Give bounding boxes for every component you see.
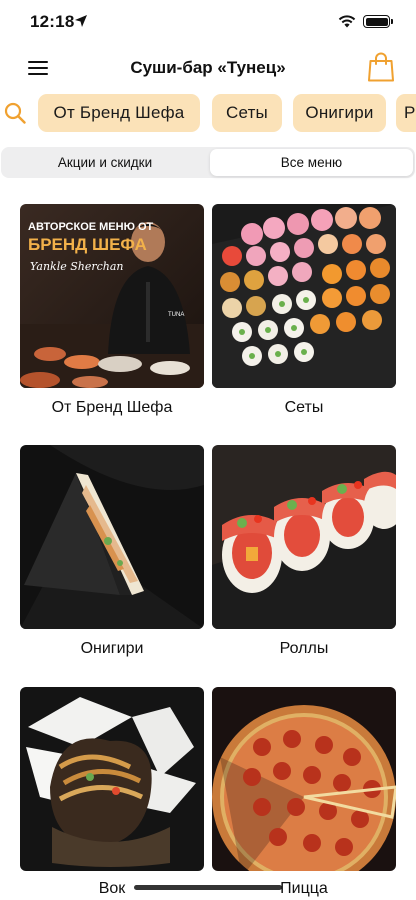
search-icon[interactable] [4,102,26,124]
home-indicator[interactable] [134,885,282,890]
menu-tile-label: От Бренд Шефа [51,399,173,416]
rolls-photo [212,445,396,629]
brand-chef-photo: АВТОРСКОЕ МЕНЮ ОТ БРЕНД ШЕФА Yankle Sher… [20,204,204,388]
category-chip-brand-chef[interactable]: От Бренд Шефа [38,94,200,132]
menu-tile-label: Роллы [279,640,329,657]
wifi-icon [338,15,356,28]
promo-signature: Yankle Sherchan [30,260,124,273]
page-title: Суши-бар «Тунец» [130,58,286,77]
category-chip-sets[interactable]: Сеты [212,94,282,132]
tab-promotions[interactable]: Акции и скидки [3,149,207,176]
category-chip-onigiri[interactable]: Онигири [293,94,386,132]
category-chips: От Бренд Шефа Сеты Онигири Р [0,92,416,136]
status-bar: 12:18 [0,0,416,46]
segmented-control: Акции и скидки Все меню [1,147,415,178]
promo-brand: TUNA [168,312,184,318]
menu-tile-label: Сеты [284,399,324,416]
status-time: 12:18 [30,12,75,31]
pizza-photo [212,687,396,871]
sushi-sets-photo [212,204,396,388]
battery-icon [363,15,390,28]
app-header: Суши-бар «Тунец» [0,46,416,90]
onigiri-photo [20,445,204,629]
category-chip-rolls[interactable]: Р [396,94,416,132]
menu-tile-label: Онигири [80,640,144,657]
battery-cap [391,19,393,24]
wok-box-photo [20,687,204,871]
promo-line1: АВТОРСКОЕ МЕНЮ ОТ [28,221,154,233]
shopping-bag-icon[interactable] [368,52,394,82]
promo-line2: БРЕНД ШЕФА [28,235,147,254]
location-arrow-icon [75,15,87,27]
tab-all-menu[interactable]: Все меню [210,149,413,176]
